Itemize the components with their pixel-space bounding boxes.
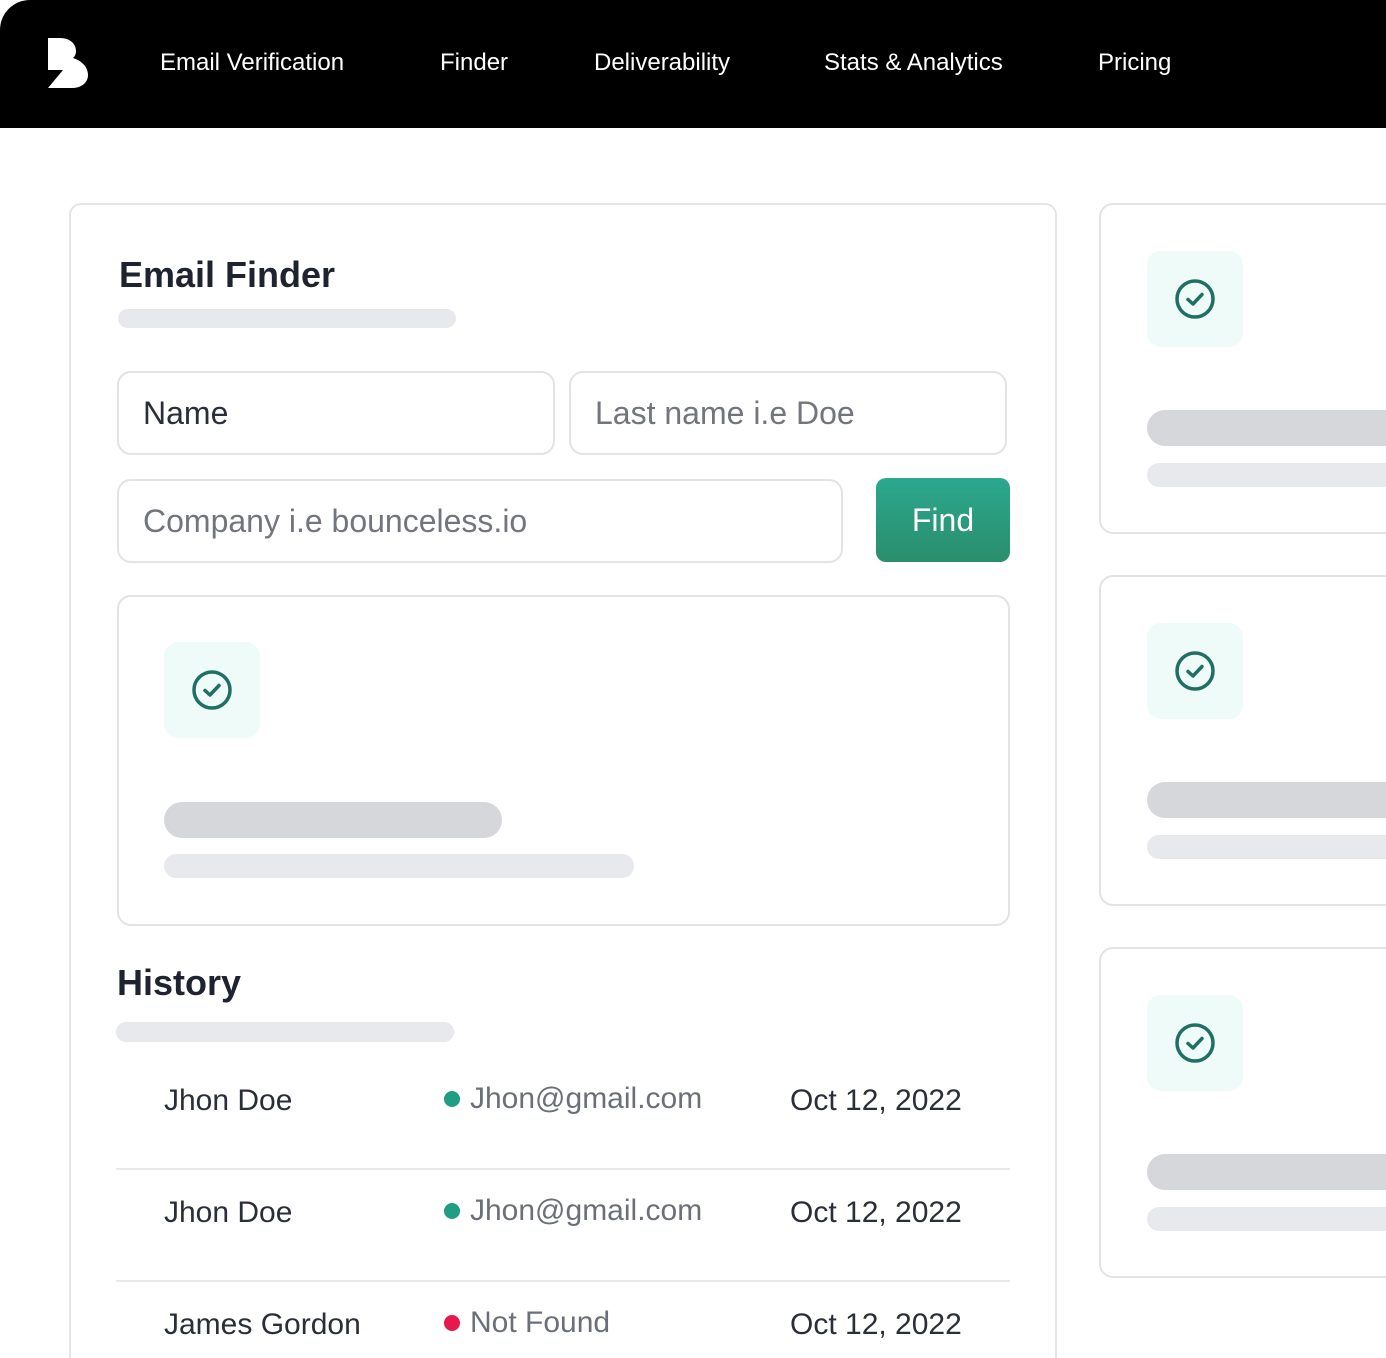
side-card-status-tile	[1147, 623, 1243, 719]
nav-email-verification[interactable]: Email Verification	[160, 48, 344, 78]
history-email-text: Jhon@gmail.com	[470, 1082, 703, 1115]
history-contact-name: James Gordon	[164, 1308, 361, 1341]
result-subline-placeholder-bar	[164, 854, 634, 878]
check-circle-icon	[1175, 651, 1215, 691]
status-found-dot	[444, 1091, 460, 1107]
check-circle-icon	[1175, 279, 1215, 319]
company-input[interactable]: Company i.e bounceless.io	[117, 479, 843, 563]
history-subtitle-placeholder-bar	[116, 1022, 454, 1042]
side-card-subline-placeholder-bar	[1147, 463, 1386, 487]
status-found-dot	[444, 1203, 460, 1219]
bounceless-logo-icon[interactable]	[46, 36, 90, 90]
check-circle-icon	[192, 670, 232, 710]
nav-deliverability[interactable]: Deliverability	[594, 48, 730, 78]
side-card-subline-placeholder-bar	[1147, 835, 1386, 859]
history-title: History	[117, 962, 242, 1003]
history-date: Oct 12, 2022	[790, 1084, 962, 1117]
side-card-line-placeholder-bar	[1147, 410, 1386, 446]
nav-finder[interactable]: Finder	[440, 48, 508, 78]
history-email-text: Not Found	[470, 1306, 611, 1339]
history-row[interactable]: James Gordon Not Found Oct 12, 2022	[116, 1282, 1010, 1358]
side-card-status-tile	[1147, 995, 1243, 1091]
check-circle-icon	[1175, 1023, 1215, 1063]
history-email: Jhon@gmail.com	[444, 1082, 702, 1116]
email-finder-title: Email Finder	[119, 254, 336, 295]
history-email: Not Found	[444, 1306, 610, 1340]
history-row[interactable]: Jhon Doe Jhon@gmail.com Oct 12, 2022	[116, 1170, 1010, 1282]
history-date: Oct 12, 2022	[790, 1308, 962, 1341]
last-name-input[interactable]: Last name i.e Doe	[569, 371, 1007, 455]
history-contact-name: Jhon Doe	[164, 1084, 293, 1117]
result-line-placeholder-bar	[164, 802, 502, 838]
nav-pricing[interactable]: Pricing	[1098, 48, 1171, 78]
side-card	[1099, 575, 1386, 906]
history-email-text: Jhon@gmail.com	[470, 1194, 703, 1227]
side-card	[1099, 203, 1386, 534]
result-status-tile	[164, 642, 260, 738]
subtitle-placeholder-bar	[118, 309, 456, 328]
find-button[interactable]: Find	[876, 478, 1010, 562]
history-date: Oct 12, 2022	[790, 1196, 962, 1229]
first-name-input[interactable]: Name	[117, 371, 555, 455]
side-card-subline-placeholder-bar	[1147, 1207, 1386, 1231]
side-card-status-tile	[1147, 251, 1243, 347]
side-card-line-placeholder-bar	[1147, 782, 1386, 818]
history-contact-name: Jhon Doe	[164, 1196, 293, 1229]
status-not-found-dot	[444, 1315, 460, 1331]
history-row[interactable]: Jhon Doe Jhon@gmail.com Oct 12, 2022	[116, 1058, 1010, 1170]
nav-stats-analytics[interactable]: Stats & Analytics	[824, 48, 1003, 78]
history-email: Jhon@gmail.com	[444, 1194, 702, 1228]
top-navigation-bar: Email Verification Finder Deliverability…	[0, 0, 1386, 128]
side-card	[1099, 947, 1386, 1278]
side-card-line-placeholder-bar	[1147, 1154, 1386, 1190]
